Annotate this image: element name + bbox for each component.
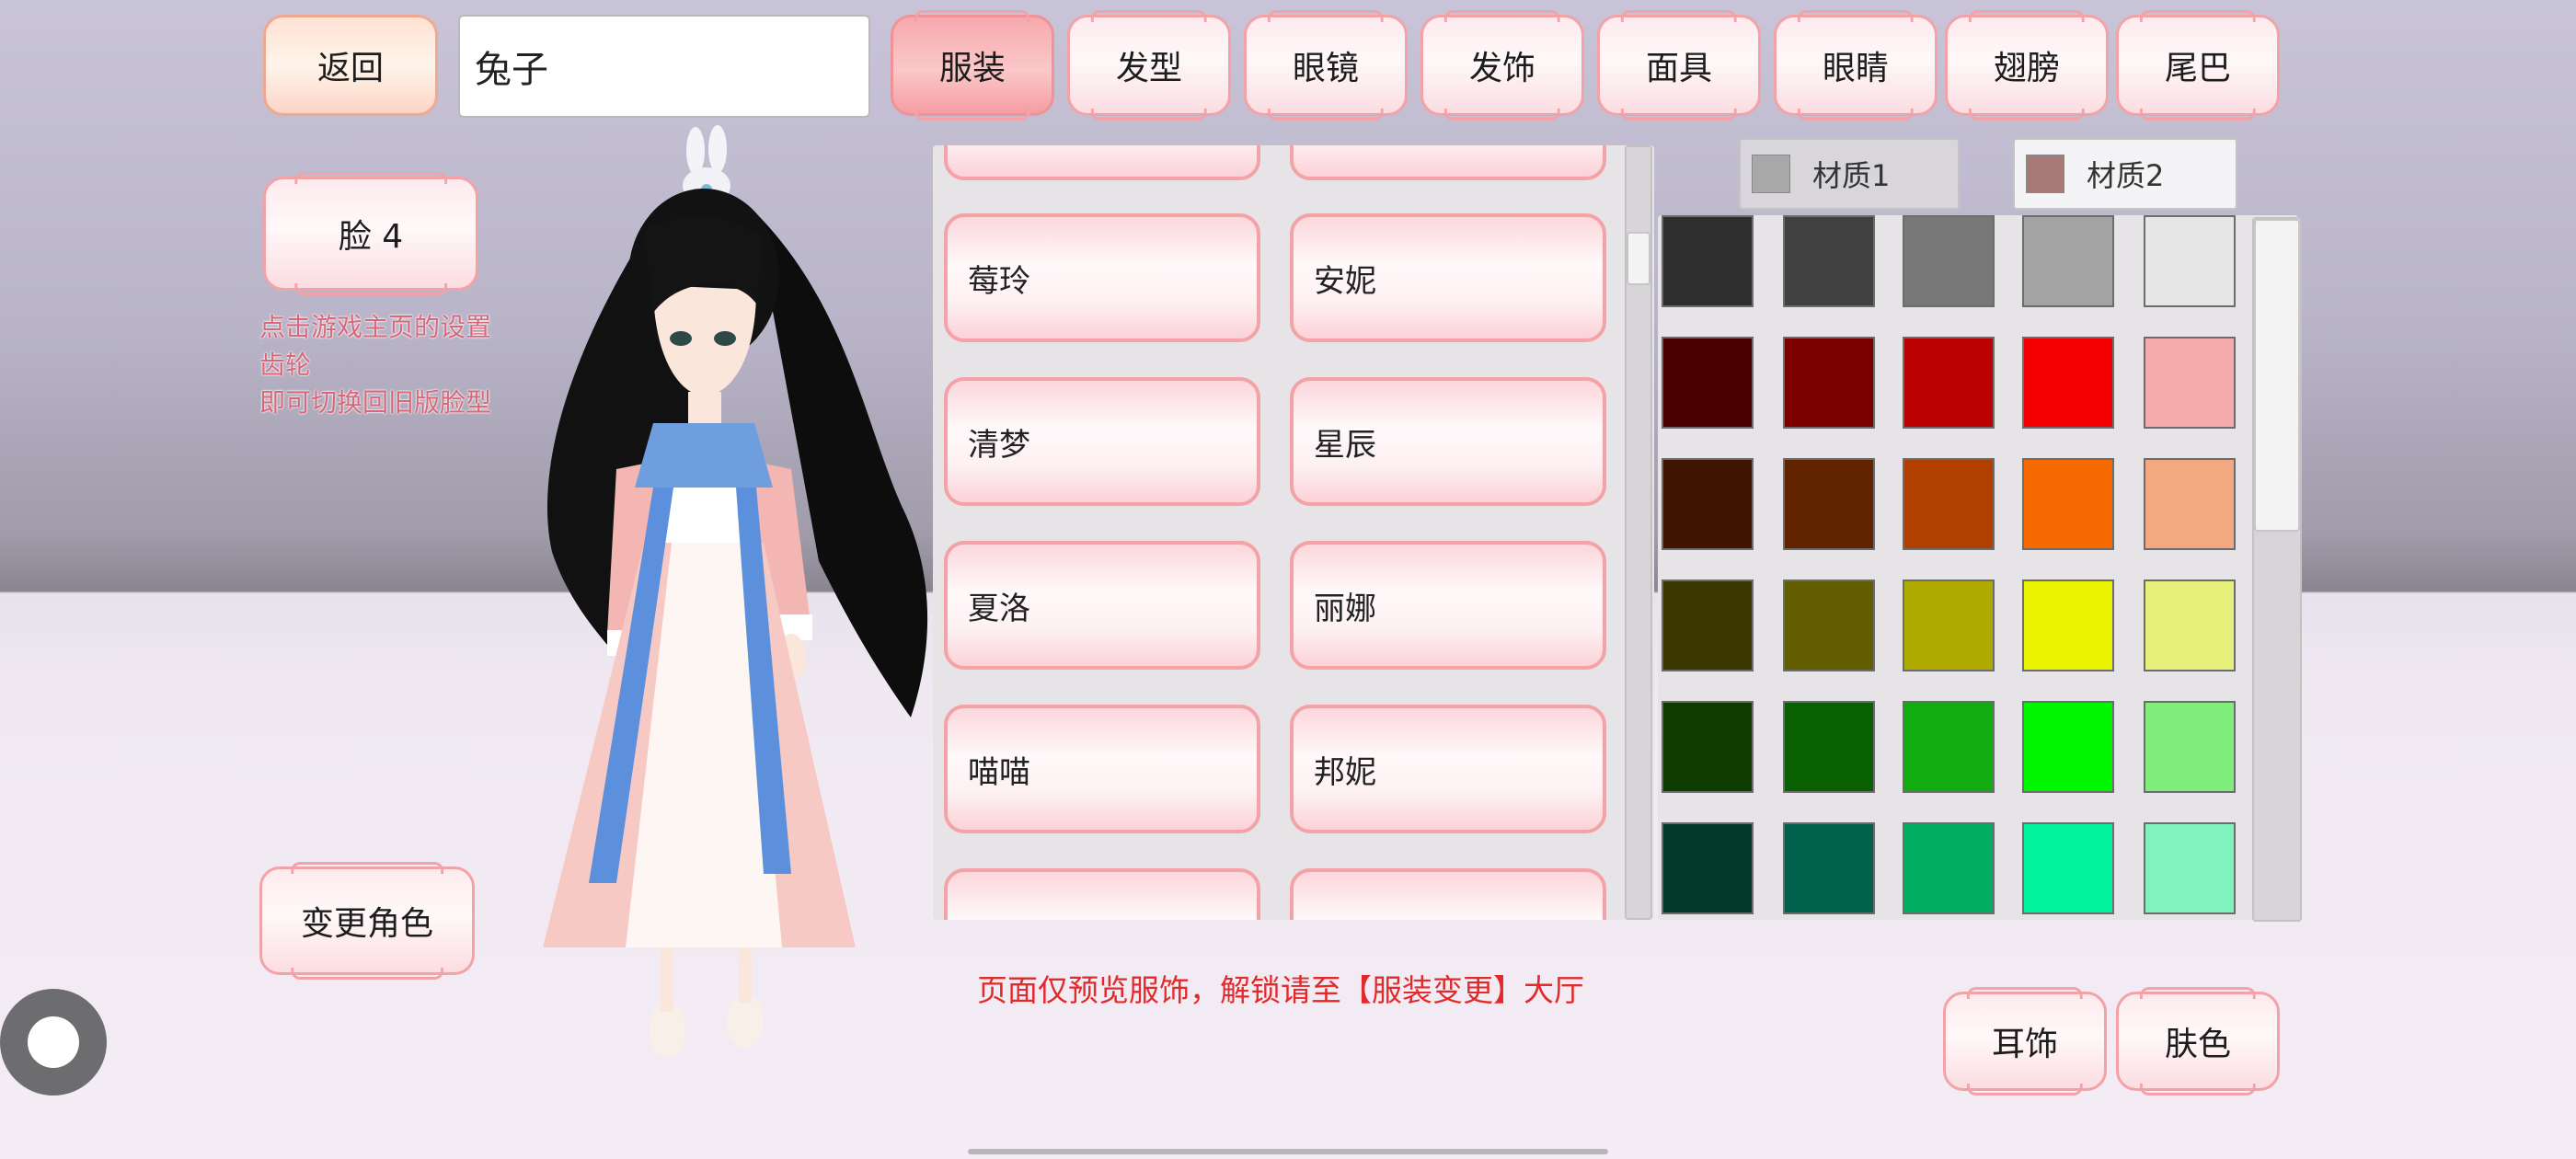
outfit-item-meiling[interactable]: 莓玲 bbox=[944, 213, 1260, 342]
color-swatch[interactable] bbox=[1903, 701, 1995, 793]
color-swatch[interactable] bbox=[2144, 458, 2236, 550]
skin-color-button[interactable]: 肤色 bbox=[2116, 992, 2280, 1091]
hint-line: 点击游戏主页的设置 bbox=[259, 312, 492, 342]
outfit-item[interactable] bbox=[1290, 145, 1606, 180]
material-1-tab[interactable]: 材质1 bbox=[1739, 138, 1960, 210]
color-swatch[interactable] bbox=[1662, 580, 1754, 671]
color-swatch[interactable] bbox=[1903, 215, 1995, 307]
color-swatch[interactable] bbox=[2144, 215, 2236, 307]
color-swatch[interactable] bbox=[1662, 337, 1754, 429]
outfit-list-scroll-thumb[interactable] bbox=[1627, 232, 1650, 285]
outfit-item-anni[interactable]: 安妮 bbox=[1290, 213, 1606, 342]
face-select-button[interactable]: 脸 4 bbox=[263, 177, 478, 291]
home-indicator-bar[interactable] bbox=[968, 1149, 1608, 1154]
outfit-item[interactable] bbox=[944, 868, 1260, 920]
back-button[interactable]: 返回 bbox=[263, 15, 438, 116]
face-hint-text: 点击游戏主页的设置 齿轮 即可切换回旧版脸型 bbox=[259, 308, 535, 421]
color-palette[interactable] bbox=[1658, 215, 2298, 920]
hint-line: 即可切换回旧版脸型 bbox=[259, 387, 492, 418]
outfit-list-scrollbar[interactable] bbox=[1625, 145, 1652, 920]
color-swatch[interactable] bbox=[1783, 337, 1875, 429]
outfit-item-lina[interactable]: 丽娜 bbox=[1290, 541, 1606, 670]
change-character-button[interactable]: 变更角色 bbox=[259, 866, 475, 975]
color-swatch[interactable] bbox=[2022, 458, 2114, 550]
color-swatch[interactable] bbox=[2022, 701, 2114, 793]
color-swatch[interactable] bbox=[1783, 580, 1875, 671]
tab-glasses[interactable]: 眼镜 bbox=[1244, 15, 1408, 116]
material-2-color-swatch bbox=[2026, 155, 2064, 193]
outfit-item-miaomiao[interactable]: 喵喵 bbox=[944, 705, 1260, 833]
material-1-color-swatch bbox=[1752, 155, 1790, 193]
color-swatch[interactable] bbox=[1783, 701, 1875, 793]
material-2-label: 材质2 bbox=[2087, 158, 2165, 193]
tab-mask[interactable]: 面具 bbox=[1597, 15, 1761, 116]
outfit-item-qingmeng[interactable]: 清梦 bbox=[944, 377, 1260, 506]
color-palette-scrollbar[interactable] bbox=[2252, 217, 2302, 922]
color-swatch[interactable] bbox=[1903, 458, 1995, 550]
color-swatch[interactable] bbox=[1783, 458, 1875, 550]
color-swatch[interactable] bbox=[1903, 822, 1995, 914]
tab-hair-accessory[interactable]: 发饰 bbox=[1420, 15, 1584, 116]
color-swatch[interactable] bbox=[1783, 215, 1875, 307]
preview-notice: 页面仅预览服饰，解锁请至【服装变更】大厅 bbox=[977, 972, 1584, 1008]
outfit-item[interactable] bbox=[1290, 868, 1606, 920]
outfit-item-xialuo[interactable]: 夏洛 bbox=[944, 541, 1260, 670]
color-swatch[interactable] bbox=[2144, 580, 2236, 671]
color-swatch[interactable] bbox=[1662, 822, 1754, 914]
tab-tail[interactable]: 尾巴 bbox=[2116, 15, 2280, 116]
character-model[interactable] bbox=[515, 120, 957, 1095]
material-2-tab[interactable]: 材质2 bbox=[2013, 138, 2237, 210]
color-swatch[interactable] bbox=[1662, 701, 1754, 793]
floating-assistive-button[interactable] bbox=[0, 989, 107, 1096]
color-swatch[interactable] bbox=[2144, 337, 2236, 429]
outfit-list[interactable]: 莓玲 安妮 清梦 星辰 夏洛 丽娜 喵喵 邦妮 bbox=[933, 145, 1654, 920]
outfit-item-bangni[interactable]: 邦妮 bbox=[1290, 705, 1606, 833]
outfit-item-xingchen[interactable]: 星辰 bbox=[1290, 377, 1606, 506]
color-swatch[interactable] bbox=[1903, 337, 1995, 429]
color-palette-scroll-thumb[interactable] bbox=[2254, 219, 2300, 532]
color-swatch[interactable] bbox=[2022, 822, 2114, 914]
material-1-label: 材质1 bbox=[1812, 158, 1891, 193]
earring-button[interactable]: 耳饰 bbox=[1943, 992, 2107, 1091]
tab-wings[interactable]: 翅膀 bbox=[1945, 15, 2109, 116]
color-swatch[interactable] bbox=[1662, 215, 1754, 307]
color-swatch[interactable] bbox=[1903, 580, 1995, 671]
outfit-item[interactable] bbox=[944, 145, 1260, 180]
color-swatch[interactable] bbox=[2022, 215, 2114, 307]
character-name-input[interactable]: 兔子 bbox=[458, 15, 870, 118]
color-swatch[interactable] bbox=[1662, 458, 1754, 550]
color-swatch[interactable] bbox=[2022, 337, 2114, 429]
color-swatch[interactable] bbox=[1783, 822, 1875, 914]
color-swatch[interactable] bbox=[2144, 701, 2236, 793]
color-swatch[interactable] bbox=[2144, 822, 2236, 914]
color-swatch[interactable] bbox=[2022, 580, 2114, 671]
tab-hairstyle[interactable]: 发型 bbox=[1067, 15, 1231, 116]
tab-clothing[interactable]: 服装 bbox=[891, 15, 1054, 116]
hint-line: 齿轮 bbox=[259, 350, 312, 380]
tab-eyes[interactable]: 眼睛 bbox=[1774, 15, 1938, 116]
